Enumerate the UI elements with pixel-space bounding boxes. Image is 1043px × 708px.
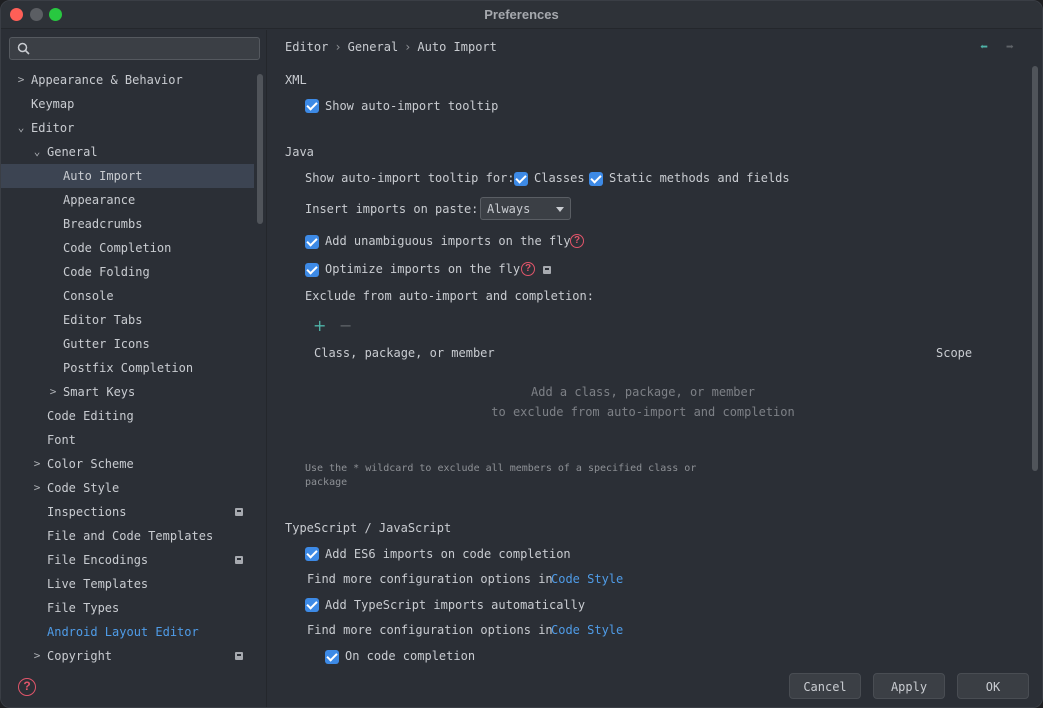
sidebar-item-file-code-templates[interactable]: File and Code Templates (1, 524, 254, 548)
breadcrumb-editor: Editor (285, 40, 329, 54)
breadcrumb-auto-import: Auto Import (417, 40, 497, 54)
sidebar-item-color-scheme[interactable]: > Color Scheme (1, 452, 254, 476)
classes-label: Classes (534, 171, 585, 185)
sidebar-item-postfix-completion[interactable]: Postfix Completion (1, 356, 254, 380)
on-code-completion-label: On code completion (345, 649, 476, 663)
sidebar-item-appearance[interactable]: Appearance (1, 188, 254, 212)
search-input[interactable] (36, 40, 256, 57)
settings-search[interactable] (9, 37, 260, 60)
chevron-right-icon[interactable]: > (47, 380, 59, 404)
project-scope-icon (235, 652, 243, 660)
column-header-member[interactable]: Class, package, or member (314, 346, 495, 360)
breadcrumb: Editor › General › Auto Import (285, 40, 497, 54)
help-question-icon[interactable]: ? (570, 234, 584, 248)
settings-sidebar: > Appearance & Behavior Keymap ⌄ Editor … (1, 30, 267, 707)
apply-button[interactable]: Apply (873, 673, 945, 699)
window-title: Preferences (484, 7, 559, 22)
tooltip-for-label: Show auto-import tooltip for: (305, 171, 515, 185)
static-methods-checkbox[interactable] (589, 172, 603, 186)
on-code-completion-checkbox[interactable] (325, 650, 339, 664)
column-header-scope[interactable]: Scope (936, 346, 972, 360)
remove-icon[interactable]: − (339, 316, 352, 335)
search-icon (17, 42, 30, 55)
project-scope-icon (543, 266, 551, 274)
insert-on-paste-label: Insert imports on paste: (305, 202, 479, 216)
content-scrollbar[interactable] (1032, 66, 1038, 471)
wildcard-hint: Use the * wildcard to exclude all member… (305, 463, 697, 488)
sidebar-item-console[interactable]: Console (1, 284, 254, 308)
add-icon[interactable]: + (313, 316, 326, 335)
project-scope-icon (235, 508, 243, 516)
chevron-right-icon[interactable]: > (31, 644, 43, 668)
sidebar-item-inspections[interactable]: Inspections (1, 500, 254, 524)
sidebar-item-editor[interactable]: ⌄ Editor (1, 116, 254, 140)
add-es6-imports-label: Add ES6 imports on code completion (325, 547, 571, 561)
chevron-right-icon[interactable]: > (31, 452, 43, 476)
sidebar-item-code-completion[interactable]: Code Completion (1, 236, 254, 260)
sidebar-item-android-layout-editor[interactable]: Android Layout Editor (1, 620, 254, 644)
sidebar-item-editor-tabs[interactable]: Editor Tabs (1, 308, 254, 332)
show-auto-import-tooltip-checkbox[interactable] (305, 99, 319, 113)
help-question-icon[interactable]: ? (521, 262, 535, 276)
sidebar-item-general[interactable]: ⌄ General (1, 140, 254, 164)
code-style-link-1[interactable]: Code Style (551, 572, 623, 586)
sidebar-item-keymap[interactable]: Keymap (1, 92, 254, 116)
insert-on-paste-value: Always (487, 202, 531, 216)
classes-checkbox[interactable] (514, 172, 528, 186)
breadcrumb-separator: › (404, 40, 412, 54)
java-section-title: Java (285, 145, 314, 159)
sidebar-item-auto-import[interactable]: Auto Import (1, 164, 254, 188)
chevron-down-icon[interactable]: ⌄ (15, 116, 27, 140)
sidebar-item-code-editing[interactable]: Code Editing (1, 404, 254, 428)
project-scope-icon (235, 556, 243, 564)
find-more-label-1: Find more configuration options in (307, 572, 553, 586)
sidebar-item-gutter-icons[interactable]: Gutter Icons (1, 332, 254, 356)
sidebar-item-appearance-behavior[interactable]: > Appearance & Behavior (1, 68, 254, 92)
sidebar-item-file-encodings[interactable]: File Encodings (1, 548, 254, 572)
show-auto-import-tooltip-label: Show auto-import tooltip (325, 99, 499, 113)
help-icon[interactable]: ? (18, 678, 36, 696)
sidebar-scrollbar[interactable] (257, 74, 263, 224)
empty-table-line-2: to exclude from auto-import and completi… (491, 405, 795, 419)
chevron-down-icon[interactable]: ⌄ (31, 140, 43, 164)
chevron-right-icon[interactable]: > (31, 476, 43, 500)
optimize-imports-label: Optimize imports on the fly (325, 262, 521, 276)
insert-on-paste-select[interactable]: Always (480, 197, 571, 220)
ok-button[interactable]: OK (957, 673, 1029, 699)
chevron-right-icon[interactable]: > (15, 68, 27, 92)
forward-arrow-icon[interactable]: ➡ (1006, 40, 1020, 55)
code-style-link-2[interactable]: Code Style (551, 623, 623, 637)
exclude-label: Exclude from auto-import and completion: (305, 289, 594, 303)
add-es6-imports-checkbox[interactable] (305, 547, 319, 561)
title-bar: Preferences (1, 1, 1042, 29)
sidebar-item-code-style[interactable]: > Code Style (1, 476, 254, 500)
sidebar-item-code-folding[interactable]: Code Folding (1, 260, 254, 284)
dropdown-caret-icon (556, 207, 564, 212)
add-unambiguous-label: Add unambiguous imports on the fly (325, 234, 571, 248)
ts-section-title: TypeScript / JavaScript (285, 521, 452, 535)
add-ts-imports-checkbox[interactable] (305, 598, 319, 612)
add-unambiguous-checkbox[interactable] (305, 235, 319, 249)
settings-content: Editor › General › Auto Import ⬅ ➡ XML Show … (268, 30, 1042, 707)
back-arrow-icon[interactable]: ⬅ (980, 40, 994, 55)
optimize-imports-checkbox[interactable] (305, 263, 319, 277)
empty-table-line-1: Add a class, package, or member (531, 385, 755, 399)
find-more-label-2: Find more configuration options in (307, 623, 553, 637)
add-ts-imports-label: Add TypeScript imports automatically (325, 598, 586, 612)
breadcrumb-separator: › (334, 40, 342, 54)
sidebar-item-breadcrumbs[interactable]: Breadcrumbs (1, 212, 254, 236)
sidebar-item-copyright[interactable]: > Copyright (1, 644, 254, 668)
static-methods-label: Static methods and fields (609, 171, 790, 185)
sidebar-item-file-types[interactable]: File Types (1, 596, 254, 620)
sidebar-item-live-templates[interactable]: Live Templates (1, 572, 254, 596)
breadcrumb-general: General (347, 40, 399, 54)
cancel-button[interactable]: Cancel (789, 673, 861, 699)
xml-section-title: XML (285, 73, 307, 87)
sidebar-item-smart-keys[interactable]: > Smart Keys (1, 380, 254, 404)
preferences-window: Preferences > Appearance & Behavior Keym… (0, 0, 1043, 708)
sidebar-item-font[interactable]: Font (1, 428, 254, 452)
